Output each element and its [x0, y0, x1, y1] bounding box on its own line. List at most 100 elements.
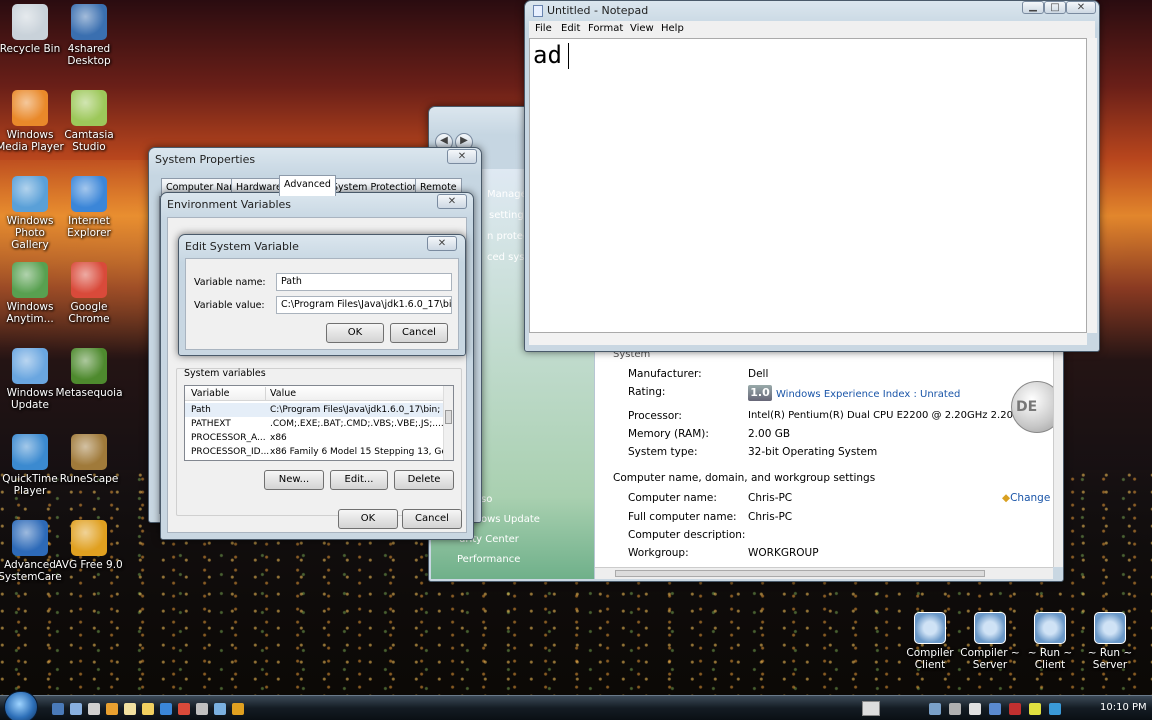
desktop-icon-label: Metasequoia [55, 387, 123, 399]
gear-shortcut-icon [1034, 612, 1066, 644]
edit-system-variable-dialog[interactable]: Edit System Variable ✕ Variable name: Pa… [178, 234, 466, 356]
notepad-maximize-button[interactable]: □ [1044, 1, 1066, 14]
variable-cell: PATHEXT [191, 419, 231, 429]
system-variables-label: System variables [184, 368, 266, 379]
desktop-icon-metasequoia[interactable]: Metasequoia [54, 348, 124, 399]
desktop-icon-chrome[interactable]: Google Chrome [54, 262, 124, 325]
tray-icon-5[interactable] [1009, 703, 1021, 715]
quick-launch-icon[interactable] [214, 703, 226, 715]
desktop-icon-camtasia[interactable]: Camtasia Studio [54, 90, 124, 153]
menu-file[interactable]: File [535, 23, 552, 34]
processor-label: Processor: [628, 410, 682, 422]
notepad-vertical-scrollbar[interactable] [1087, 38, 1097, 333]
new-variable-button[interactable]: New... [264, 470, 324, 490]
wei-link[interactable]: Windows Experience Index : Unrated [776, 389, 960, 400]
menu-edit[interactable]: Edit [561, 23, 580, 34]
quick-launch-icon[interactable] [196, 703, 208, 715]
edit-variable-ok-button[interactable]: OK [326, 323, 384, 343]
desktop-icon-label: Internet Explorer [67, 215, 111, 239]
variable-cell: Path [191, 405, 211, 415]
memory-value: 2.00 GB [748, 428, 791, 440]
notepad-menubar: File Edit Format View Help [529, 21, 1095, 38]
cp-link-manage[interactable]: Manage [487, 189, 527, 200]
full-name-label: Full computer name: [628, 511, 737, 523]
desktop-icon-label: Google Chrome [68, 301, 110, 325]
delete-variable-button[interactable]: Delete [394, 470, 454, 490]
desktop-icon-runescape[interactable]: RuneScape [54, 434, 124, 485]
cp-horizontal-scrollbar[interactable] [595, 567, 1053, 579]
cp-link-windows-update[interactable]: ows Update [481, 514, 540, 525]
column-header-value[interactable]: Value [270, 386, 296, 401]
system-variables-list[interactable]: Variable Value Path C:\Program Files\Java… [184, 385, 454, 461]
quick-launch-icon[interactable] [88, 703, 100, 715]
notepad-minimize-button[interactable]: ▁ [1022, 1, 1044, 14]
quick-launch-icon[interactable] [232, 703, 244, 715]
quick-launch-icon[interactable] [124, 703, 136, 715]
description-label: Computer description: [628, 529, 746, 541]
workgroup-label: Workgroup: [628, 547, 689, 559]
list-header: Variable Value [185, 386, 443, 401]
notepad-horizontal-scrollbar[interactable] [529, 333, 1087, 345]
quick-launch-icon[interactable] [178, 703, 190, 715]
tray-icon-2[interactable] [949, 703, 961, 715]
quick-launch-icon[interactable] [160, 703, 172, 715]
quick-launch-icon[interactable] [52, 703, 64, 715]
quick-launch-icon[interactable] [70, 703, 82, 715]
edit-variable-close-button[interactable]: ✕ [427, 236, 457, 251]
cp-section-computer: Computer name, domain, and workgroup set… [613, 472, 876, 484]
variable-value-input[interactable]: C:\Program Files\Java\jdk1.6.0_17\bin [276, 296, 452, 314]
variable-name-input[interactable]: Path [276, 273, 452, 291]
rating-label: Rating: [628, 386, 666, 398]
desktop-icon-4shared[interactable]: 4shared Desktop [54, 4, 124, 67]
desktop-icon-avg[interactable]: AVG Free 9.0 [54, 520, 124, 571]
edit-variable-cancel-button[interactable]: Cancel [390, 323, 448, 343]
tray-icon-4[interactable] [989, 703, 1001, 715]
cp-link-settings[interactable]: settings [489, 210, 529, 221]
computer-name-label: Computer name: [628, 492, 717, 504]
notepad-app-icon [533, 5, 543, 17]
cp-link-performance[interactable]: Performance [457, 554, 520, 565]
tray-icon-7[interactable] [1049, 703, 1061, 715]
memory-label: Memory (RAM): [628, 428, 709, 440]
environment-ok-button[interactable]: OK [338, 509, 398, 529]
notepad-window[interactable]: Untitled - Notepad ▁ □ ✕ File Edit Forma… [524, 0, 1100, 352]
start-button[interactable] [4, 691, 38, 720]
system-properties-close-button[interactable]: ✕ [447, 149, 477, 164]
variable-cell: PROCESSOR_ID... [191, 447, 270, 457]
taskbar: 10:10 PM [0, 691, 1152, 720]
tray-icon-6[interactable] [1029, 703, 1041, 715]
tray-icon-3[interactable] [969, 703, 981, 715]
environment-variables-close-button[interactable]: ✕ [437, 194, 467, 209]
taskbar-clock[interactable]: 10:10 PM [1100, 702, 1147, 713]
notepad-text: ad [533, 41, 562, 69]
table-row[interactable]: Path C:\Program Files\Java\jdk1.6.0_17\bi… [185, 403, 443, 417]
menu-help[interactable]: Help [661, 23, 684, 34]
systype-value: 32-bit Operating System [748, 446, 878, 458]
taskbar-notepad-button[interactable] [862, 701, 880, 716]
anytime-icon [12, 262, 48, 298]
change-settings-link[interactable]: ◆Change [1002, 492, 1050, 504]
edit-variable-body: Variable name: Path Variable value: C:\P… [185, 258, 459, 350]
list-vertical-scrollbar[interactable] [443, 386, 453, 460]
desktop-icon-run-server[interactable]: ~ Run ~ Server [1075, 612, 1145, 671]
environment-cancel-button[interactable]: Cancel [402, 509, 462, 529]
edit-variable-button[interactable]: Edit... [330, 470, 388, 490]
notepad-close-button[interactable]: ✕ [1066, 1, 1096, 14]
windows-update-icon [12, 348, 48, 384]
environment-variables-title: Environment Variables [167, 198, 292, 211]
desktop-icon-label: 4shared Desktop [67, 43, 111, 67]
table-row[interactable]: PROCESSOR_ID... x86 Family 6 Model 15 Ste… [185, 445, 443, 459]
column-header-variable[interactable]: Variable [191, 386, 229, 401]
gear-shortcut-icon [914, 612, 946, 644]
edit-system-variable-title: Edit System Variable [185, 240, 299, 253]
quick-launch-icon[interactable] [106, 703, 118, 715]
notepad-text-area[interactable]: ad [529, 38, 1087, 333]
quick-launch-icon[interactable] [142, 703, 154, 715]
tray-icon-1[interactable] [929, 703, 941, 715]
menu-format[interactable]: Format [588, 23, 623, 34]
table-row[interactable]: PROCESSOR_A... x86 [185, 431, 443, 445]
tab-advanced[interactable]: Advanced [279, 175, 336, 196]
menu-view[interactable]: View [630, 23, 654, 34]
table-row[interactable]: PATHEXT .COM;.EXE;.BAT;.CMD;.VBS;.VBE;.JS… [185, 417, 443, 431]
desktop-icon-ie[interactable]: Internet Explorer [54, 176, 124, 239]
